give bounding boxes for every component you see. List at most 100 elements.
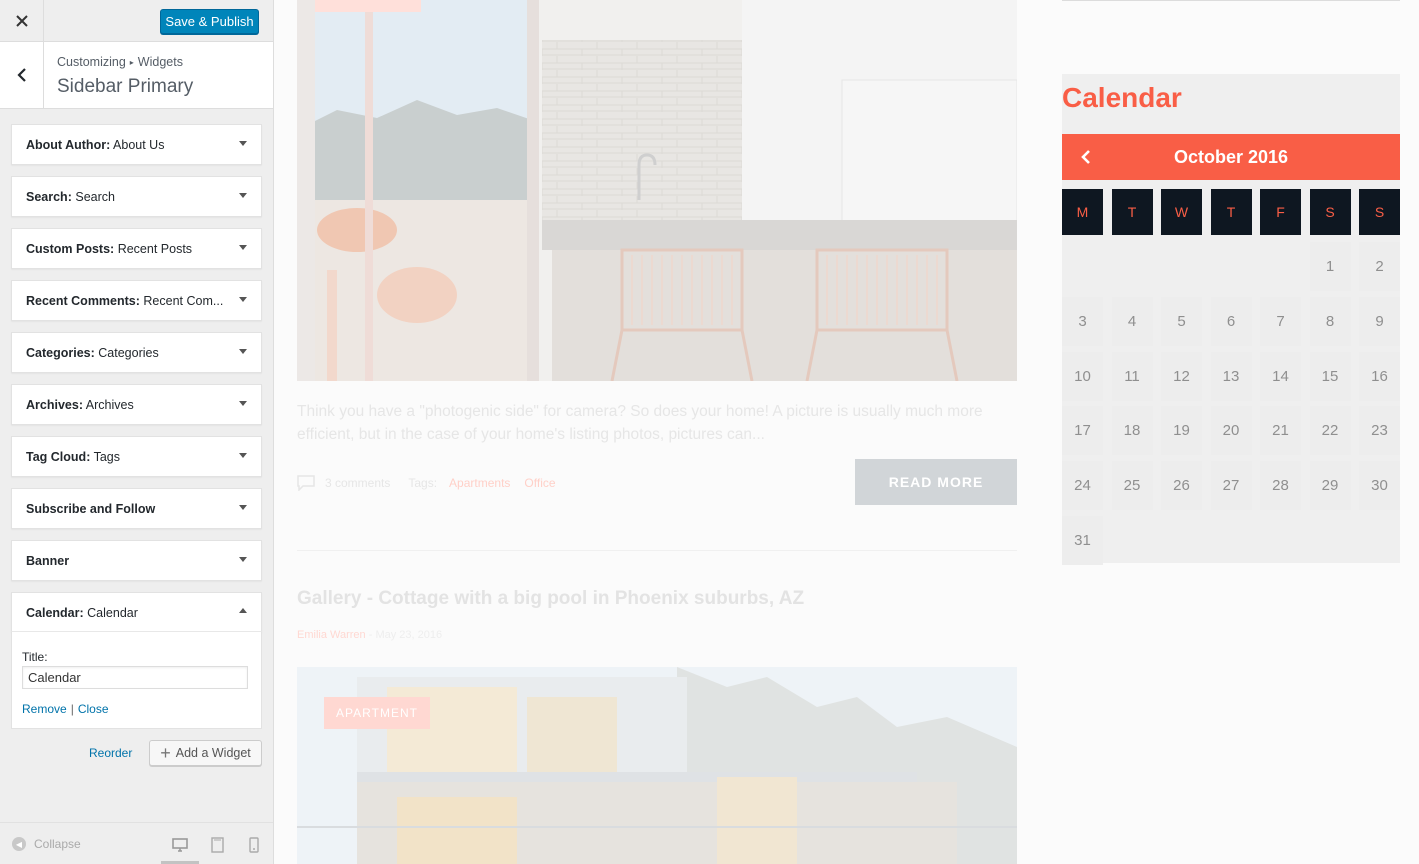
calendar-day[interactable]: 22 bbox=[1309, 406, 1351, 456]
widget-title: Search: Search bbox=[26, 190, 115, 204]
calendar-day[interactable]: 13 bbox=[1210, 351, 1252, 401]
calendar-day-header: S bbox=[1359, 189, 1400, 235]
widget-calendar[interactable]: Calendar: Calendar bbox=[11, 592, 262, 633]
close-icon bbox=[15, 15, 28, 27]
comment-icon bbox=[297, 475, 315, 491]
widget-banner[interactable]: Banner bbox=[11, 540, 262, 581]
tags-label: Tags: bbox=[408, 476, 438, 490]
calendar-day[interactable]: 7 bbox=[1260, 296, 1301, 346]
customizer-header: Save & Publish bbox=[0, 0, 273, 42]
calendar-day[interactable]: 30 bbox=[1359, 461, 1400, 511]
tablet-preview-button[interactable] bbox=[207, 835, 227, 855]
post-title[interactable]: Gallery - Cottage with a big pool in Pho… bbox=[297, 588, 804, 610]
save-publish-button[interactable]: Save & Publish bbox=[160, 9, 259, 34]
calendar-day[interactable]: 29 bbox=[1309, 461, 1351, 511]
tag-link[interactable]: Apartments bbox=[449, 476, 510, 490]
post-author[interactable]: Emilia Warren bbox=[297, 629, 366, 641]
widget-tag-cloud[interactable]: Tag Cloud: Tags bbox=[11, 436, 262, 477]
calendar-day[interactable]: 24 bbox=[1062, 461, 1103, 511]
close-link[interactable]: Close bbox=[78, 702, 109, 716]
widget-title: Subscribe and Follow bbox=[26, 502, 156, 516]
calendar-day[interactable]: 5 bbox=[1161, 296, 1202, 346]
calendar-day[interactable]: 3 bbox=[1062, 296, 1103, 346]
desktop-preview-button[interactable] bbox=[170, 835, 190, 855]
read-more-button[interactable]: READ MORE bbox=[855, 459, 1017, 505]
calendar-day[interactable]: 1 bbox=[1309, 242, 1351, 291]
add-widget-label: Add a Widget bbox=[175, 746, 251, 760]
breadcrumb: Customizing ▸ Widgets bbox=[57, 55, 183, 69]
calendar-widget-form: Title: Remove| Close bbox=[11, 631, 262, 729]
widget-custom-posts[interactable]: Custom Posts: Recent Posts bbox=[11, 228, 262, 269]
calendar-day[interactable]: 12 bbox=[1161, 351, 1202, 401]
widget-actions: Remove | Close bbox=[22, 702, 109, 716]
tablet-icon bbox=[210, 837, 224, 853]
add-widget-button[interactable]: + Add a Widget bbox=[149, 740, 262, 766]
calendar-day[interactable]: 11 bbox=[1111, 351, 1153, 401]
remove-link[interactable]: Remove bbox=[22, 702, 67, 716]
close-customizer-button[interactable] bbox=[0, 0, 44, 42]
customizer-panel: Save & Publish Customizing ▸ Widgets Sideb… bbox=[0, 0, 274, 864]
widget-categories[interactable]: Categories: Categories bbox=[11, 332, 262, 373]
calendar-day-header: T bbox=[1210, 189, 1252, 235]
widget-subscribe-follow[interactable]: Subscribe and Follow bbox=[11, 488, 262, 529]
calendar-day[interactable]: 15 bbox=[1309, 351, 1351, 401]
calendar-day[interactable]: 18 bbox=[1111, 406, 1153, 456]
calendar-day[interactable]: 31 bbox=[1062, 516, 1103, 565]
calendar-day[interactable]: 21 bbox=[1260, 406, 1301, 456]
calendar-day[interactable]: 27 bbox=[1210, 461, 1252, 511]
calendar-day[interactable]: 28 bbox=[1260, 461, 1301, 511]
chevron-left-icon bbox=[1081, 150, 1090, 164]
previous-month-button[interactable] bbox=[1076, 146, 1096, 168]
mobile-preview-button[interactable] bbox=[244, 835, 264, 855]
title-input[interactable] bbox=[22, 666, 248, 689]
calendar-day[interactable]: 10 bbox=[1062, 351, 1103, 401]
desktop-icon bbox=[172, 838, 188, 852]
calendar-day[interactable]: 14 bbox=[1260, 351, 1301, 401]
calendar-day-header: M bbox=[1062, 189, 1103, 235]
calendar-heading: Calendar bbox=[1062, 82, 1182, 113]
widget-title: Banner bbox=[26, 554, 70, 568]
widget-title: Tag Cloud: Tags bbox=[26, 450, 121, 464]
calendar-widget: Calendar October 2016 M T W T F S S 1 2 3 4 5 6 7 8 9 10… bbox=[1062, 74, 1400, 565]
calendar-day[interactable]: 16 bbox=[1359, 351, 1400, 401]
reorder-link[interactable]: Reorder bbox=[89, 746, 132, 760]
widget-search[interactable]: Search: Search bbox=[11, 176, 262, 217]
chevron-down-icon[interactable] bbox=[239, 141, 247, 146]
calendar-day[interactable]: 26 bbox=[1161, 461, 1202, 511]
post-date: May 23, 2016 bbox=[375, 629, 443, 641]
mobile-icon bbox=[249, 837, 259, 853]
calendar-day[interactable]: 6 bbox=[1210, 296, 1252, 346]
chevron-down-icon[interactable] bbox=[239, 453, 247, 458]
chevron-down-icon[interactable] bbox=[239, 297, 247, 302]
category-badge[interactable]: APARTMENT bbox=[324, 697, 430, 729]
chevron-down-icon[interactable] bbox=[239, 505, 247, 510]
chevron-down-icon[interactable] bbox=[239, 193, 247, 198]
back-button[interactable] bbox=[0, 42, 44, 108]
post-image-kitchen[interactable] bbox=[297, 0, 1017, 381]
post-excerpt: Think you have a "photogenic side" for c… bbox=[297, 403, 983, 443]
tag-link[interactable]: Office bbox=[524, 476, 555, 490]
chevron-down-icon[interactable] bbox=[239, 557, 247, 562]
customizer-footer: ◀ Collapse bbox=[0, 822, 273, 864]
calendar-day[interactable]: 20 bbox=[1210, 406, 1252, 456]
collapse-button[interactable]: ◀ Collapse bbox=[12, 837, 81, 851]
chevron-up-icon[interactable] bbox=[239, 608, 247, 613]
calendar-day[interactable]: 2 bbox=[1359, 242, 1400, 291]
calendar-day[interactable]: 19 bbox=[1161, 406, 1202, 456]
chevron-down-icon[interactable] bbox=[239, 245, 247, 250]
widget-archives[interactable]: Archives: Archives bbox=[11, 384, 262, 425]
section-title: Sidebar Primary bbox=[57, 76, 194, 97]
chevron-down-icon[interactable] bbox=[239, 401, 247, 406]
widget-recent-comments[interactable]: Recent Comments: Recent Com... bbox=[11, 280, 262, 321]
chevron-down-icon[interactable] bbox=[239, 349, 247, 354]
calendar-day[interactable]: 17 bbox=[1062, 406, 1103, 456]
breadcrumb-separator-icon: ▸ bbox=[129, 58, 134, 67]
calendar-day[interactable]: 9 bbox=[1359, 296, 1400, 346]
widget-about-author[interactable]: About Author: About Us bbox=[11, 124, 262, 165]
calendar-day[interactable]: 4 bbox=[1111, 296, 1153, 346]
calendar-day[interactable]: 25 bbox=[1111, 461, 1153, 511]
calendar-day[interactable]: 23 bbox=[1359, 406, 1400, 456]
calendar-month: October 2016 bbox=[1173, 146, 1289, 167]
calendar-day[interactable]: 8 bbox=[1309, 296, 1351, 346]
comments-count[interactable]: 3 comments bbox=[325, 476, 390, 490]
